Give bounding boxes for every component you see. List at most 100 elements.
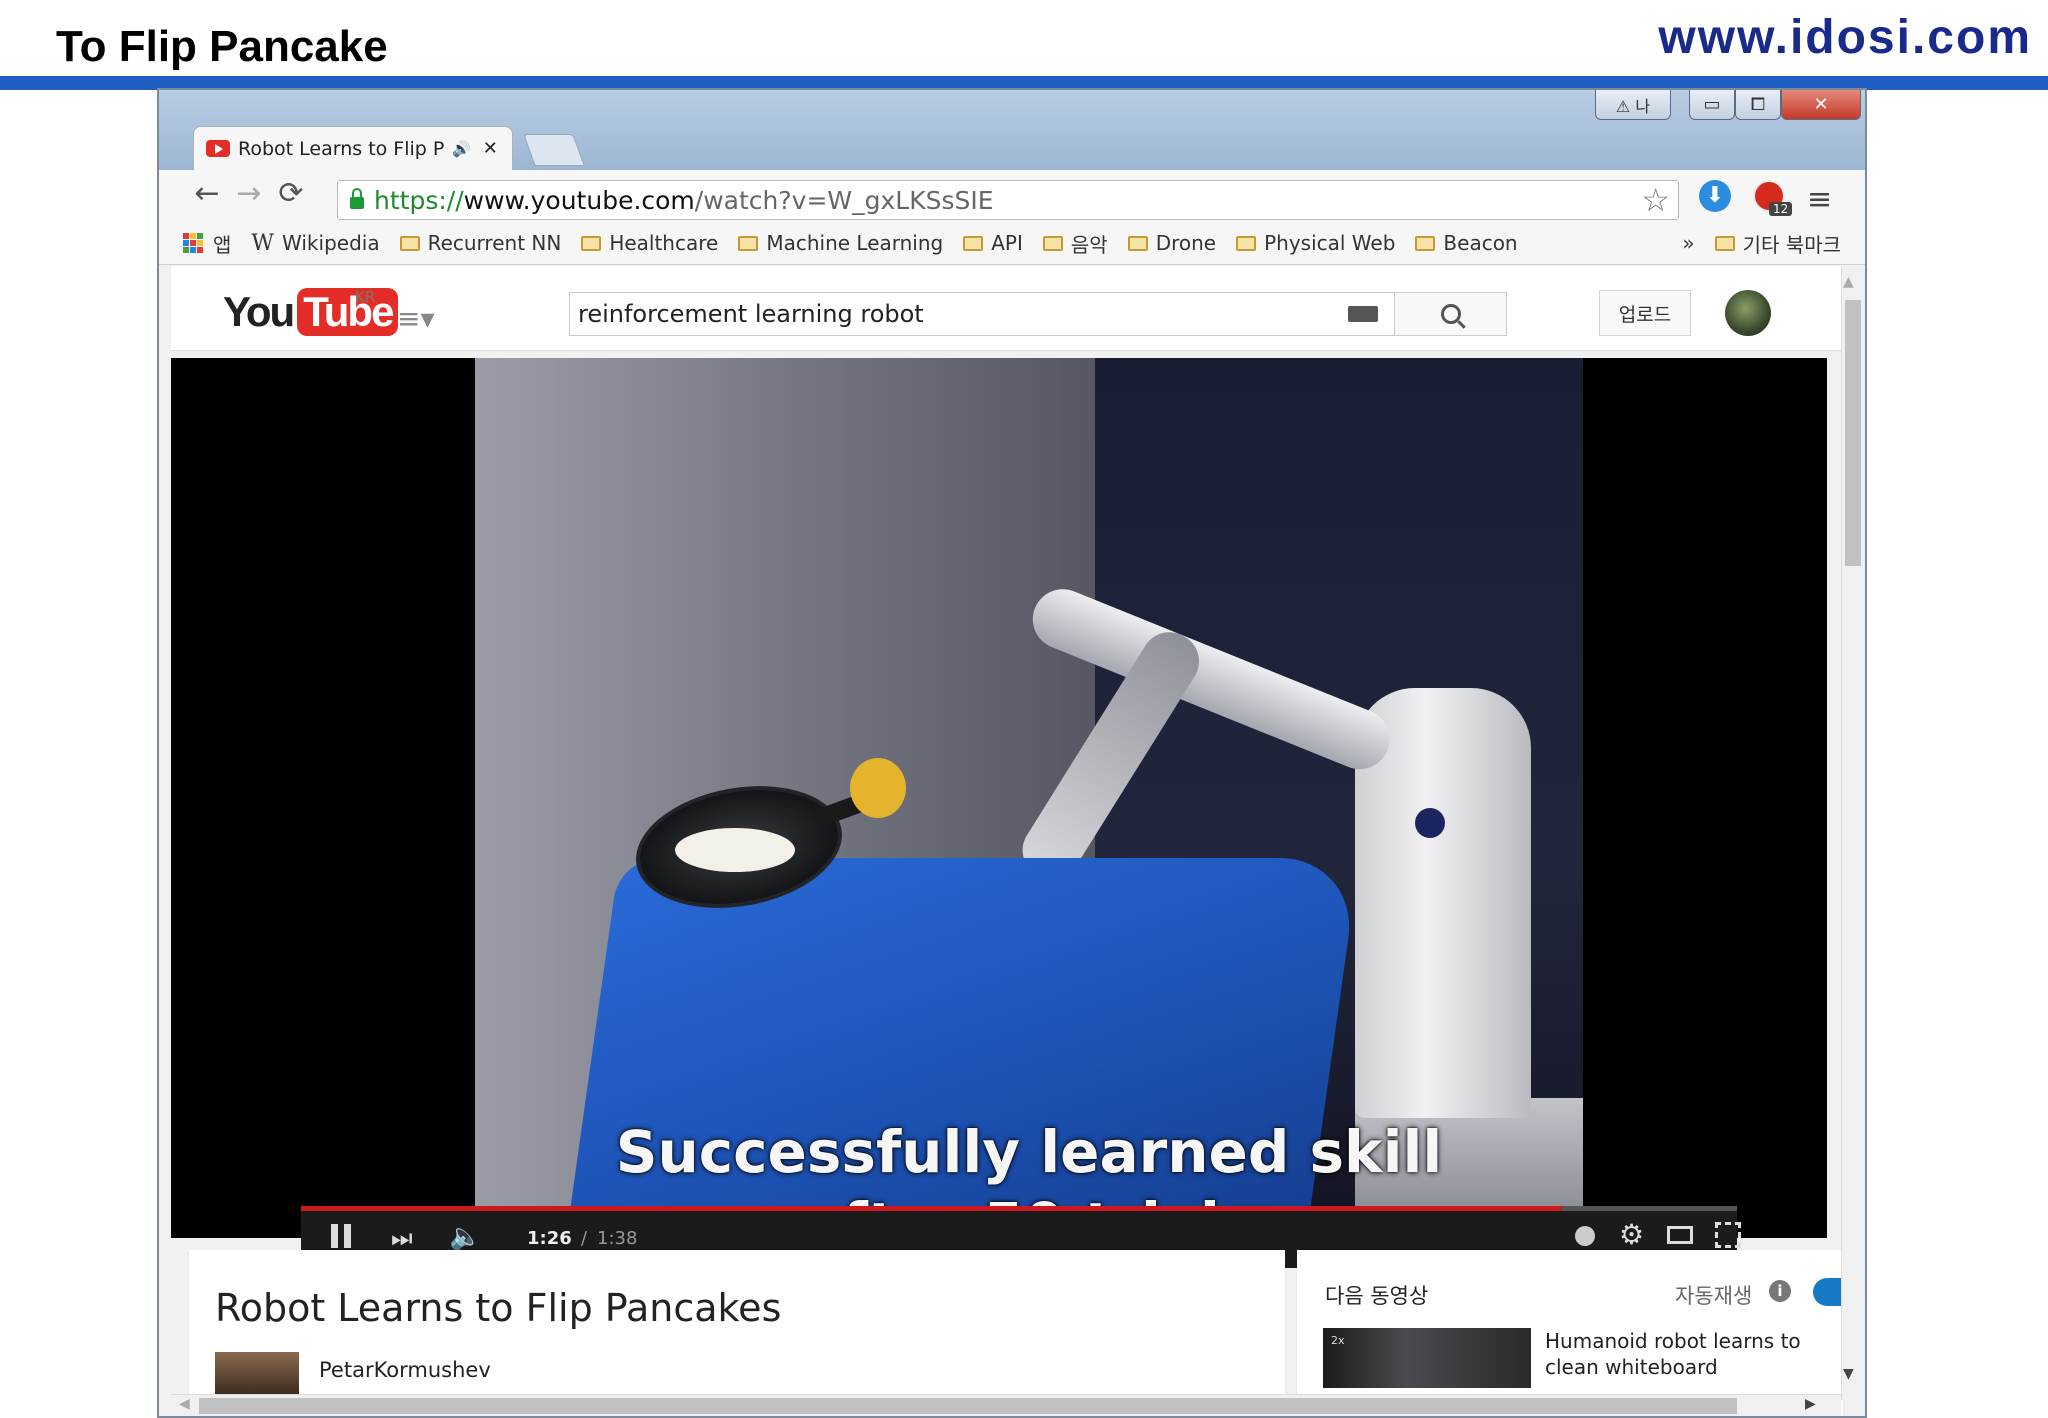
thumbnail-speed-badge: 2x — [1331, 1334, 1345, 1347]
url-scheme: https:// — [374, 185, 464, 215]
bookmark-label: Wikipedia — [282, 231, 380, 255]
wikipedia-icon: W — [251, 230, 275, 256]
bookmark-wikipedia[interactable]: W Wikipedia — [251, 231, 379, 256]
info-icon[interactable]: i — [1769, 1280, 1791, 1302]
duration: 1:38 — [597, 1228, 638, 1249]
video-info-card — [189, 1250, 1285, 1416]
folder-icon — [1415, 235, 1436, 251]
autoplay-label: 자동재생 — [1675, 1284, 1753, 1308]
folder-icon — [1127, 235, 1148, 251]
pause-icon[interactable] — [331, 1224, 351, 1248]
search-input[interactable]: reinforcement learning robot — [570, 300, 1348, 328]
horizontal-scroll-thumb[interactable] — [199, 1398, 1737, 1414]
channel-name[interactable]: PetarKormushev — [319, 1358, 491, 1382]
bookmark-folder-machine-learning[interactable]: Machine Learning — [738, 231, 943, 255]
profile-button[interactable]: ⚠ 나 — [1595, 90, 1671, 120]
bookmark-folder-physical-web[interactable]: Physical Web — [1236, 231, 1395, 255]
keyboard-icon[interactable] — [1348, 306, 1378, 322]
bookmark-folder-healthcare[interactable]: Healthcare — [581, 231, 718, 255]
bookmark-label: API — [991, 231, 1023, 255]
bookmark-label: Machine Learning — [766, 231, 944, 255]
time-separator: / — [581, 1228, 588, 1249]
volume-icon[interactable]: 🔈 — [449, 1222, 481, 1252]
browser-tab[interactable]: Robot Learns to Flip P 🔊 ✕ — [193, 126, 513, 170]
bookmark-star-icon[interactable]: ☆ — [1641, 181, 1670, 219]
bookmark-label: 음악 — [1070, 232, 1108, 257]
lock-icon — [350, 188, 364, 209]
apps-grid-icon — [183, 233, 203, 253]
audio-playing-icon[interactable]: 🔊 — [452, 140, 471, 158]
scroll-up-arrow-icon[interactable]: ▲ — [1843, 274, 1854, 290]
tab-title: Robot Learns to Flip P — [238, 137, 445, 160]
folder-icon — [1236, 235, 1257, 251]
folder-icon — [581, 235, 602, 251]
url-host: www.youtube.com — [463, 185, 695, 215]
address-bar[interactable]: https:// www.youtube.com /watch?v=W_gxLK… — [337, 180, 1679, 220]
reload-icon[interactable]: ⟳ — [271, 176, 311, 211]
up-next-heading: 다음 동영상 — [1325, 1284, 1429, 1308]
bookmark-label: 앱 — [213, 232, 232, 257]
bookmark-folder-music[interactable]: 음악 — [1042, 229, 1108, 258]
site-url: www.idosi.com — [1658, 11, 2032, 64]
url-path: /watch?v=W_gxLKSsSIE — [694, 185, 994, 215]
bookmark-label: Beacon — [1443, 231, 1518, 255]
maximize-button[interactable]: ⧠ — [1735, 90, 1781, 120]
logo-you: You — [223, 288, 295, 335]
region-code: KR — [355, 288, 376, 306]
bookmark-folder-api[interactable]: API — [963, 231, 1023, 255]
pancake — [675, 828, 795, 872]
chrome-menu-icon[interactable]: ≡ — [1807, 182, 1832, 217]
account-avatar[interactable] — [1725, 290, 1771, 336]
adblock-count-badge: 12 — [1769, 202, 1793, 216]
autoplay-toggle[interactable] — [1813, 1278, 1843, 1306]
next-video-icon[interactable]: ⏭ — [391, 1224, 413, 1252]
scroll-right-arrow-icon[interactable]: ▶ — [1805, 1396, 1816, 1412]
folder-icon — [963, 235, 984, 251]
video-frame[interactable]: Successfully learned skill after 50 tria… — [475, 358, 1583, 1208]
slide-title: To Flip Pancake — [56, 22, 388, 71]
fullscreen-icon[interactable] — [1715, 1222, 1741, 1248]
scroll-down-arrow-icon[interactable]: ▼ — [1843, 1366, 1854, 1382]
scroll-left-arrow-icon[interactable]: ◀ — [179, 1396, 190, 1412]
search-icon — [1440, 304, 1461, 324]
back-arrow-icon[interactable]: ← — [187, 176, 227, 211]
bookmarks-overflow-chevron[interactable]: » — [1682, 231, 1694, 255]
settings-gear-icon[interactable]: ⚙ — [1619, 1218, 1644, 1251]
folder-icon — [399, 235, 420, 251]
video-title: Robot Learns to Flip Pancakes — [215, 1286, 782, 1330]
bookmark-folder-drone[interactable]: Drone — [1127, 231, 1216, 255]
folder-icon — [1042, 235, 1063, 251]
upload-button[interactable]: 업로드 — [1599, 290, 1691, 336]
bookmark-label: Physical Web — [1264, 231, 1396, 255]
bookmark-apps[interactable]: 앱 — [183, 229, 231, 258]
bookmark-label: 기타 북마크 — [1742, 232, 1841, 257]
close-window-button[interactable]: ✕ — [1781, 90, 1861, 120]
download-extension-icon[interactable]: ⬇ — [1699, 180, 1731, 212]
video-caption-line-1: Successfully learned skill — [615, 1118, 1443, 1186]
logo-tube: Tube — [297, 288, 399, 336]
tab-close-icon[interactable]: ✕ — [483, 138, 498, 159]
browser-window: ⚠ 나 ▭ ⧠ ✕ Robot Learns to Flip P 🔊 ✕ ← →… — [157, 88, 1867, 1418]
theater-mode-icon[interactable] — [1667, 1226, 1693, 1244]
bookmarks-bar: 앱 W Wikipedia Recurrent NN Healthcare Ma… — [159, 222, 1865, 265]
bookmark-folder-recurrent-nn[interactable]: Recurrent NN — [399, 231, 562, 255]
bookmark-label: Healthcare — [609, 231, 719, 255]
next-video-title[interactable]: Humanoid robot learns to clean whiteboar… — [1545, 1328, 1843, 1388]
folder-icon — [1714, 235, 1735, 251]
current-time: 1:26 — [527, 1228, 572, 1249]
vertical-scroll-thumb[interactable] — [1845, 300, 1861, 566]
progress-bar-played — [301, 1206, 1562, 1211]
search-button[interactable] — [1395, 292, 1507, 336]
search-box[interactable]: reinforcement learning robot — [569, 292, 1395, 336]
next-video-thumbnail[interactable] — [1323, 1328, 1531, 1388]
forward-arrow-icon[interactable]: → — [229, 176, 269, 211]
channel-avatar[interactable] — [215, 1352, 299, 1396]
watch-later-icon[interactable] — [1575, 1226, 1595, 1246]
bookmark-folder-beacon[interactable]: Beacon — [1415, 231, 1518, 255]
bookmark-label: Recurrent NN — [427, 231, 562, 255]
folder-icon — [738, 235, 759, 251]
robot-gripper — [850, 758, 906, 818]
minimize-button[interactable]: ▭ — [1689, 90, 1735, 120]
bookmark-folder-other[interactable]: 기타 북마크 — [1714, 229, 1841, 258]
guide-menu-icon[interactable]: ≡▾ — [397, 302, 435, 335]
